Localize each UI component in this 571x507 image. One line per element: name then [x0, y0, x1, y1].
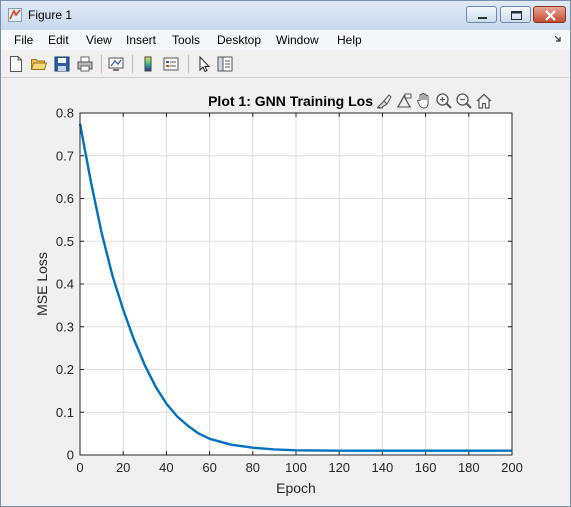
y-axis-label: MSE Loss — [34, 252, 50, 316]
maximize-icon — [511, 11, 522, 20]
home-icon[interactable] — [474, 91, 494, 111]
menu-edit[interactable]: Edit — [48, 33, 69, 47]
figure-window: Figure 1 File Edit View Insert Tools Des… — [0, 0, 571, 507]
colorbar-icon[interactable] — [139, 55, 157, 73]
y-tick-label: 0.1 — [56, 405, 74, 420]
y-tick-label: 0.3 — [56, 319, 74, 334]
y-tick-label: 0.7 — [56, 148, 74, 163]
brush-icon[interactable] — [374, 91, 394, 111]
menu-help[interactable]: Help — [337, 33, 362, 47]
print-icon[interactable] — [76, 55, 94, 73]
y-tick-label: 0.2 — [56, 362, 74, 377]
zoom-in-icon[interactable] — [434, 91, 454, 111]
window-title: Figure 1 — [28, 8, 73, 22]
line-chart: 0 20 40 60 80 100 120 140 160 180 200 0 0.1 0.2 0.3 0.… — [34, 93, 523, 496]
data-tips-icon[interactable] — [394, 91, 414, 111]
toolbar-separator — [101, 55, 102, 73]
menu-view[interactable]: View — [86, 33, 112, 47]
menu-insert[interactable]: Insert — [126, 33, 156, 47]
menu-desktop[interactable]: Desktop — [217, 33, 261, 47]
minimize-button[interactable] — [466, 6, 497, 23]
y-tick-labels: 0 0.1 0.2 0.3 0.4 0.5 0.6 0.7 0.8 — [56, 106, 74, 463]
new-figure-icon[interactable] — [7, 55, 25, 73]
menu-window[interactable]: Window — [276, 33, 319, 47]
maximize-button[interactable] — [500, 6, 531, 23]
link-plot-icon[interactable] — [107, 55, 125, 73]
chart-title: Plot 1: GNN Training Los — [208, 93, 373, 109]
close-button[interactable] — [533, 6, 566, 23]
x-tick-label: 20 — [116, 460, 130, 475]
y-tick-label: 0.6 — [56, 191, 74, 206]
x-tick-label: 160 — [415, 460, 437, 475]
y-tick-label: 0.8 — [56, 106, 74, 121]
x-tick-label: 60 — [202, 460, 216, 475]
open-icon[interactable] — [30, 55, 48, 73]
close-icon — [545, 10, 556, 21]
title-bar[interactable]: Figure 1 — [1, 1, 570, 31]
x-tick-label: 140 — [372, 460, 394, 475]
y-tick-label: 0 — [67, 448, 74, 463]
x-tick-label: 200 — [501, 460, 523, 475]
legend-icon[interactable] — [162, 55, 180, 73]
x-axis-label: Epoch — [276, 480, 316, 496]
matlab-figure-icon — [8, 8, 22, 22]
dock-arrow-icon[interactable] — [553, 34, 563, 44]
y-tick-label: 0.4 — [56, 277, 74, 292]
toolbar-separator — [188, 55, 189, 73]
figure-canvas: 0 20 40 60 80 100 120 140 160 180 200 0 0.1 0.2 0.3 0.… — [1, 78, 570, 506]
menu-bar: File Edit View Insert Tools Desktop Wind… — [1, 30, 570, 50]
property-editor-icon[interactable] — [216, 55, 234, 73]
toolbar-separator — [132, 55, 133, 73]
save-icon[interactable] — [53, 55, 71, 73]
pan-icon[interactable] — [414, 91, 434, 111]
zoom-out-icon[interactable] — [454, 91, 474, 111]
x-tick-label: 120 — [328, 460, 350, 475]
y-tick-label: 0.5 — [56, 234, 74, 249]
menu-file[interactable]: File — [14, 33, 33, 47]
menu-tools[interactable]: Tools — [172, 33, 200, 47]
minimize-icon — [478, 17, 487, 19]
x-tick-label: 100 — [285, 460, 307, 475]
x-tick-label: 80 — [246, 460, 260, 475]
x-tick-labels: 0 20 40 60 80 100 120 140 160 180 200 — [76, 460, 522, 475]
figure-toolbar — [1, 51, 570, 78]
x-tick-label: 40 — [159, 460, 173, 475]
x-tick-label: 0 — [76, 460, 83, 475]
x-tick-label: 180 — [458, 460, 480, 475]
select-pointer-icon[interactable] — [195, 55, 213, 73]
